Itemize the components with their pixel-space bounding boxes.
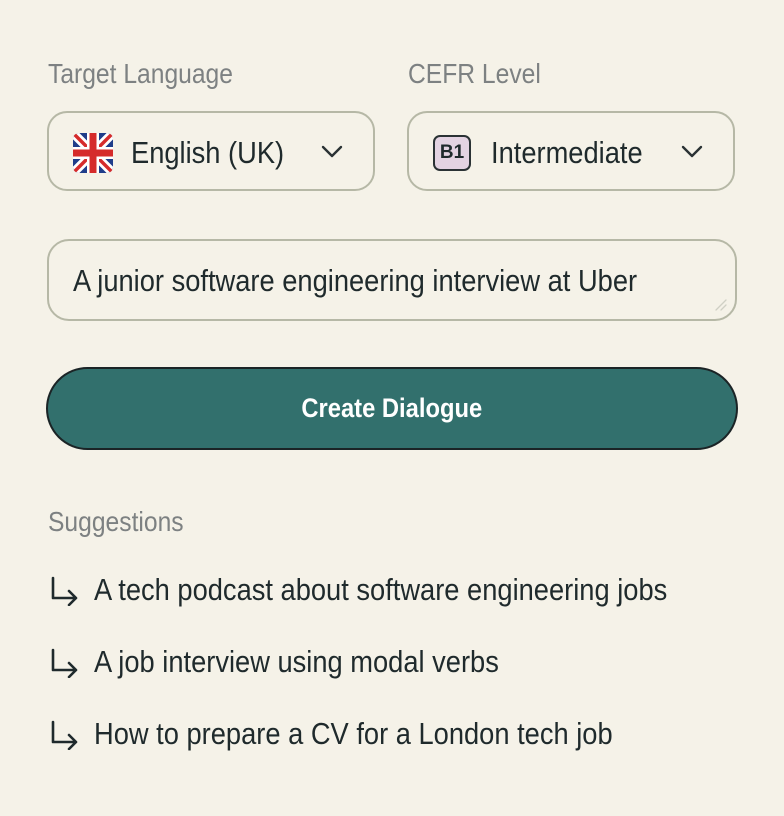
target-language-value: English (UK): [131, 135, 285, 170]
arrow-turn-down-right-icon: [48, 648, 80, 678]
chevron-down-icon: [681, 145, 703, 159]
suggestion-text: A tech podcast about software engineerin…: [94, 572, 668, 607]
cefr-level-label: CEFR Level: [408, 58, 541, 89]
cefr-level-value: Intermediate: [491, 135, 643, 170]
arrow-turn-down-right-icon: [48, 576, 80, 606]
dialogue-topic-textarea[interactable]: A junior software engineering interview …: [47, 239, 737, 321]
uk-flag-icon: [73, 133, 113, 173]
suggestion-text: How to prepare a CV for a London tech jo…: [94, 716, 613, 751]
target-language-select[interactable]: English (UK): [47, 111, 375, 191]
suggestion-text: A job interview using modal verbs: [94, 644, 499, 679]
target-language-label: Target Language: [48, 58, 233, 89]
cefr-level-select[interactable]: B1 Intermediate: [407, 111, 735, 191]
arrow-turn-down-right-icon: [48, 720, 80, 750]
dialogue-topic-value: A junior software engineering interview …: [73, 263, 638, 298]
suggestions-heading: Suggestions: [48, 506, 184, 537]
cefr-level-badge: B1: [433, 135, 471, 171]
suggestion-item[interactable]: How to prepare a CV for a London tech jo…: [44, 714, 734, 754]
suggestion-item[interactable]: A tech podcast about software engineerin…: [44, 570, 734, 610]
create-dialogue-label: Create Dialogue: [301, 393, 483, 423]
create-dialogue-button[interactable]: Create Dialogue: [46, 367, 738, 450]
suggestion-item[interactable]: A job interview using modal verbs: [44, 642, 734, 682]
resize-handle-icon[interactable]: [713, 297, 727, 311]
chevron-down-icon: [321, 145, 343, 159]
